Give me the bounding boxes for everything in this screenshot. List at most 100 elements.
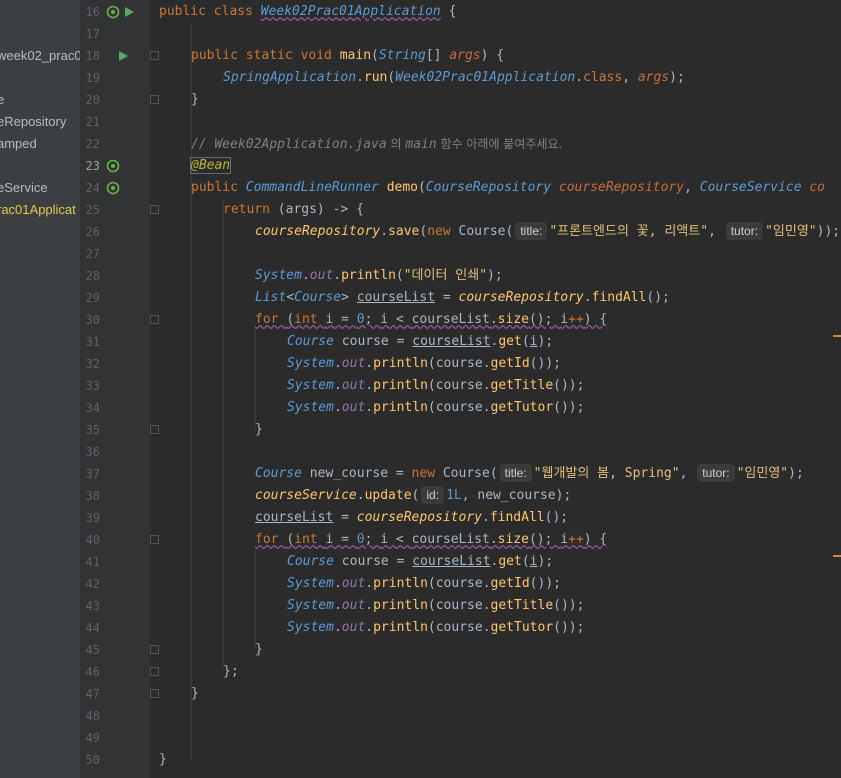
punct: . <box>380 224 389 239</box>
code-line-46[interactable]: }; <box>223 661 239 683</box>
field-ref: courseRepository <box>255 224 381 239</box>
project-tree-item-selected[interactable]: rac01Applicat <box>0 199 76 221</box>
string-literal: "데이터 인쇄" <box>403 268 488 283</box>
line-number: 21 <box>85 115 100 129</box>
punct: , <box>679 466 696 481</box>
punct: course = <box>333 554 413 569</box>
code-line-40[interactable]: for (int i = 0; i < courseList.size(); i… <box>255 529 607 551</box>
code-line-18[interactable]: public static void main(String[] args) { <box>191 45 504 67</box>
run-icon[interactable] <box>117 45 129 67</box>
code-line-23[interactable]: @Bean <box>189 155 232 177</box>
code-line-28[interactable]: System.out.println("데이터 인쇄"); <box>255 265 503 287</box>
punct: ( <box>489 466 498 481</box>
punct: ()); <box>553 400 585 415</box>
code-line-47[interactable]: } <box>191 683 199 705</box>
method-name: demo <box>386 180 418 195</box>
spring-bean-icon[interactable] <box>106 1 120 23</box>
code-line-50[interactable]: } <box>159 749 167 771</box>
code-line-45[interactable]: } <box>255 639 263 661</box>
line-number: 47 <box>85 687 100 701</box>
spring-bean-icon[interactable] <box>106 177 120 199</box>
code-line-35[interactable]: } <box>255 419 263 441</box>
comment: main <box>405 137 437 152</box>
comment: 의 <box>386 137 406 151</box>
code-line-33[interactable]: System.out.println(course.getTitle()); <box>287 375 584 397</box>
code-line-38[interactable]: courseService.update(id: 1L, new_course); <box>255 485 571 507</box>
warning-marker[interactable] <box>833 335 841 337</box>
type: Course <box>287 554 334 569</box>
code-line-39[interactable]: courseList = courseRepository.findAll(); <box>255 507 568 529</box>
code-line-30[interactable]: for (int i = 0; i < courseList.size(); i… <box>255 309 607 331</box>
variable: i <box>380 312 389 327</box>
keyword: return <box>223 202 278 217</box>
code-line-25[interactable]: return (args) -> { <box>223 199 364 221</box>
code-editor[interactable]: public class Week02Prac01Application { p… <box>150 0 841 778</box>
code-line-34[interactable]: System.out.println(course.getTutor()); <box>287 397 584 419</box>
class-ref: System <box>287 576 334 591</box>
static-field: out <box>341 576 366 591</box>
punct: ); <box>788 466 804 481</box>
parameter-hint: id: <box>421 486 445 504</box>
punct: ; <box>364 312 381 327</box>
warning-marker[interactable] <box>833 555 841 557</box>
project-tree-item[interactable]: amped <box>0 133 37 155</box>
code-line-24[interactable]: public CommandLineRunner demo(CourseRepo… <box>191 177 825 199</box>
line-number: 49 <box>85 731 100 745</box>
class-ref: SpringApplication <box>223 70 357 85</box>
code-line-19[interactable]: SpringApplication.run(Week02Prac01Applic… <box>223 67 685 89</box>
code-line-41[interactable]: Course course = courseList.get(i); <box>287 551 553 573</box>
punct: new_course = <box>301 466 412 481</box>
code-line-31[interactable]: Course course = courseList.get(i); <box>287 331 553 353</box>
project-tree-item[interactable]: eRepository <box>0 111 66 133</box>
line-number: 45 <box>85 643 100 657</box>
project-tree-item[interactable]: e <box>0 89 4 111</box>
class-ref: Week02Prac01Application <box>395 70 576 85</box>
method-name: main <box>339 48 372 63</box>
punct: (); <box>646 290 670 305</box>
project-tree-item[interactable]: eService <box>0 177 48 199</box>
line-number: 42 <box>85 577 100 591</box>
punct: , new_course); <box>461 488 572 503</box>
keyword: for <box>255 532 287 547</box>
code-line-44[interactable]: System.out.println(course.getTutor()); <box>287 617 584 639</box>
line-number: 46 <box>85 665 100 679</box>
punct: ) { <box>583 532 608 547</box>
line-number: 31 <box>85 335 100 349</box>
code-line-43[interactable]: System.out.println(course.getTitle()); <box>287 595 584 617</box>
method-call: getTitle <box>490 378 554 393</box>
parameter-hint: tutor: <box>725 222 764 240</box>
keyword: public class <box>159 4 261 19</box>
punct: (); <box>528 312 561 327</box>
string-literal: "임민영" <box>765 224 817 239</box>
punct: < <box>388 312 412 327</box>
line-number: 17 <box>85 27 100 41</box>
code-line-16[interactable]: public class Week02Prac01Application { <box>159 1 456 23</box>
code-line-37[interactable]: Course new_course = new Course(title: "웹개… <box>255 463 804 485</box>
field-ref: courseRepository <box>458 290 584 305</box>
punct: ()); <box>529 576 561 591</box>
punct: . <box>365 378 374 393</box>
method-call: println <box>373 378 428 393</box>
run-icon[interactable] <box>123 1 135 23</box>
code-line-20[interactable]: } <box>191 89 199 111</box>
punct: < <box>286 290 295 305</box>
punct: ()); <box>529 356 561 371</box>
keyword: public <box>191 180 246 195</box>
punct: ( <box>521 554 530 569</box>
comment: 함수 아래에 붙여주세요. <box>436 137 563 151</box>
line-number: 36 <box>85 445 100 459</box>
code-line-26[interactable]: courseRepository.save(new Course(title: "… <box>255 221 840 243</box>
code-line-42[interactable]: System.out.println(course.getId()); <box>287 573 561 595</box>
method-call: getId <box>490 356 530 371</box>
type: Course <box>294 290 342 305</box>
punct: . <box>301 268 310 283</box>
line-number: 20 <box>85 93 100 107</box>
punct: (course. <box>427 598 491 613</box>
project-tree-item[interactable]: week02_prac0 <box>0 45 80 67</box>
code-line-32[interactable]: System.out.println(course.getId()); <box>287 353 561 375</box>
code-line-22-comment[interactable]: // Week02Application.java 의 main 함수 아래에 … <box>191 133 562 155</box>
punct: ); <box>487 268 503 283</box>
code-line-29[interactable]: List<Course> courseList = courseReposito… <box>255 287 670 309</box>
spring-bean-icon[interactable] <box>106 155 120 177</box>
